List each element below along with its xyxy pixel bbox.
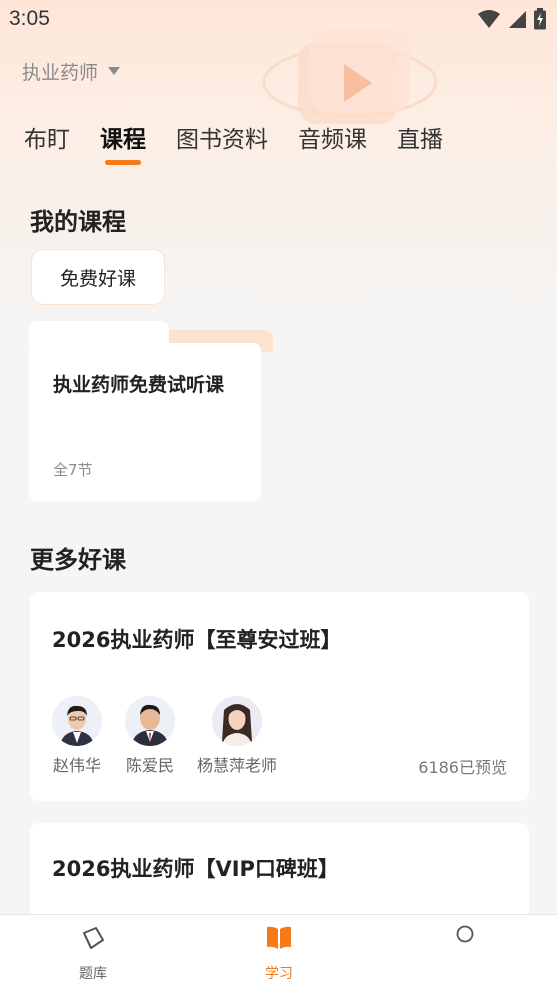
battery-charging-icon (534, 8, 546, 30)
exam-type-label: 执业药师 (22, 62, 99, 84)
teacher: 陈爱民 (125, 696, 175, 776)
teacher-name: 杨慧萍老师 (197, 756, 278, 775)
profile-icon (456, 925, 474, 943)
tab-courses[interactable]: 课程 (100, 120, 146, 165)
teacher-name: 陈爱民 (125, 756, 174, 775)
folder-title: 执业药师免费试听课 (53, 374, 225, 396)
teacher-avatar (52, 696, 102, 746)
bottom-navigation: 题库 学习 (0, 914, 557, 990)
wifi-icon (478, 10, 500, 28)
status-time: 3:05 (9, 7, 50, 30)
preview-count: 6186已预览 (418, 758, 507, 777)
folder-lesson-count: 全7节 (53, 461, 93, 479)
category-tabs: 布盯 课程 图书资料 音频课 直播 (24, 120, 473, 165)
teacher: 杨慧萍老师 (197, 696, 277, 776)
signal-icon (509, 11, 526, 28)
nav-question-bank[interactable]: 题库 (33, 915, 153, 990)
tab-live[interactable]: 直播 (397, 120, 443, 160)
tab-buding[interactable]: 布盯 (24, 120, 70, 160)
nav-label: 学习 (265, 966, 293, 982)
tab-books[interactable]: 图书资料 (176, 120, 268, 160)
teacher: 赵伟华 (52, 696, 102, 776)
teacher-avatar (125, 696, 175, 746)
tab-audio[interactable]: 音频课 (298, 120, 367, 160)
folder-notch (29, 321, 169, 345)
nav-profile[interactable] (405, 915, 525, 990)
teacher-portrait-icon (125, 696, 175, 746)
active-tab-indicator (105, 160, 141, 165)
exam-type-selector[interactable]: 执业药师 (22, 58, 121, 85)
nav-study[interactable]: 学习 (219, 915, 339, 990)
teacher-avatar (212, 696, 262, 746)
teacher-name: 赵伟华 (52, 756, 101, 775)
status-icons (477, 8, 547, 30)
free-courses-chip[interactable]: 免费好课 (31, 249, 165, 305)
more-courses-title: 更多好课 (30, 546, 126, 574)
caret-down-icon (108, 67, 121, 75)
course-card-title: 2026执业药师【VIP口碑班】 (52, 857, 339, 881)
course-folder-card[interactable]: 执业药师免费试听课 全7节 (29, 321, 273, 501)
course-card-title: 2026执业药师【至尊安过班】 (52, 628, 342, 652)
book-icon (267, 926, 291, 949)
teacher-portrait-icon (212, 696, 262, 746)
status-bar: 3:05 (0, 0, 557, 38)
teacher-portrait-icon (52, 696, 102, 746)
nav-label: 题库 (79, 966, 107, 982)
my-courses-title: 我的课程 (30, 208, 126, 236)
course-card[interactable]: 2026执业药师【至尊安过班】 赵伟华 陈爱民 杨慧萍老师 6186已预览 (30, 592, 529, 801)
question-bank-icon (83, 927, 104, 949)
